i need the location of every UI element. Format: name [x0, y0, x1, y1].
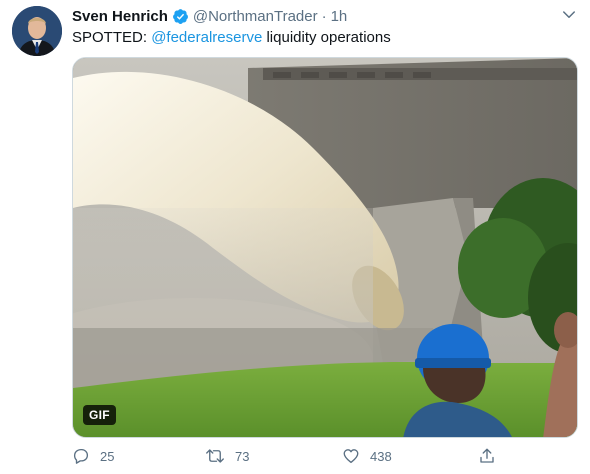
gif-media[interactable]: GIF	[72, 57, 578, 438]
tweet-text: SPOTTED: @federalreserve liquidity opera…	[72, 28, 391, 48]
tweet-card[interactable]: Sven Henrich @NorthmanTrader · 1h SPOTTE…	[0, 0, 590, 474]
mention-link[interactable]: @federalreserve	[151, 29, 262, 46]
gif-badge: GIF	[83, 405, 116, 425]
display-name[interactable]: Sven Henrich	[72, 8, 168, 25]
caret-down-icon[interactable]	[560, 6, 578, 24]
retweet-button[interactable]: 73	[205, 447, 249, 465]
timestamp[interactable]: 1h	[331, 8, 348, 25]
retweet-count: 73	[235, 448, 250, 464]
reply-count: 25	[100, 448, 115, 464]
retweet-icon	[206, 449, 224, 463]
tweet-text-prefix: SPOTTED:	[72, 29, 152, 46]
tweet-header: Sven Henrich @NorthmanTrader · 1h	[72, 6, 347, 26]
separator: ·	[321, 7, 327, 25]
like-icon	[343, 449, 359, 464]
avatar[interactable]	[12, 6, 62, 56]
tweet-text-suffix: liquidity operations	[262, 29, 391, 46]
share-icon	[480, 448, 494, 463]
tweet-actions: 25 73 438	[72, 447, 578, 469]
reply-icon	[73, 448, 89, 464]
reply-button[interactable]: 25	[72, 447, 114, 465]
verified-badge-icon	[172, 8, 189, 25]
like-button[interactable]: 438	[342, 447, 392, 465]
user-handle[interactable]: @NorthmanTrader	[193, 8, 318, 25]
share-button[interactable]	[478, 447, 506, 465]
like-count: 438	[370, 448, 392, 464]
